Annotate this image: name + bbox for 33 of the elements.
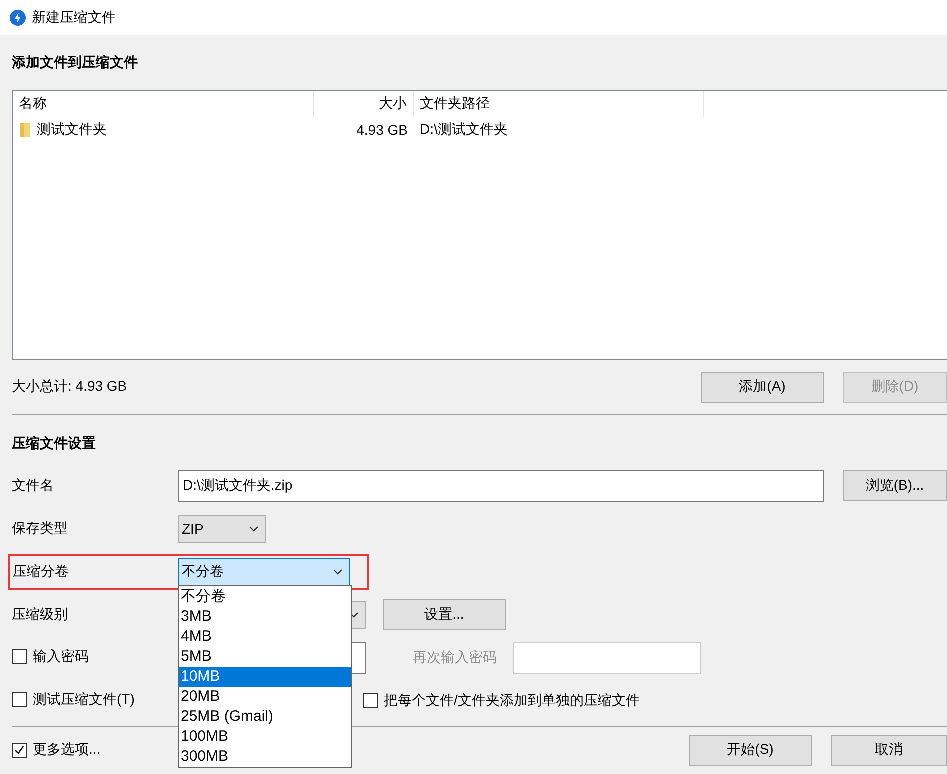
window-title: 新建压缩文件 xyxy=(32,8,116,26)
chevron-down-icon xyxy=(333,568,343,574)
column-header[interactable]: 文件夹路径 xyxy=(414,91,704,117)
type-select[interactable]: ZIP xyxy=(178,514,266,542)
field-label: 保存类型 xyxy=(12,520,69,538)
checkbox[interactable]: 把每个文件/文件夹添加到单独的压缩文件 xyxy=(363,692,640,710)
chevron-down-icon xyxy=(349,612,359,618)
column-header[interactable]: 名称 xyxy=(13,91,314,117)
field-label: 再次输入密码 xyxy=(413,648,497,666)
total-size: 大小总计: 4.93 GB xyxy=(12,378,128,396)
chevron-down-icon xyxy=(249,526,259,532)
field-label: 文件名 xyxy=(12,476,55,494)
repeat-password-field[interactable] xyxy=(513,642,701,674)
checkbox[interactable]: 更多选项... xyxy=(12,741,101,759)
column-header[interactable]: 大小 xyxy=(314,91,414,117)
browse-button[interactable]: 浏览(B)... xyxy=(843,470,947,501)
section-title: 压缩文件设置 xyxy=(12,434,97,453)
file-size: 4.93 GB xyxy=(356,122,408,138)
folder-path: D:\测试文件夹 xyxy=(420,121,508,139)
field-label: 压缩级别 xyxy=(12,606,69,624)
dropdown-option[interactable]: 10MB xyxy=(179,666,351,686)
start-button[interactable]: 开始(S) xyxy=(689,734,812,766)
settings-button[interactable]: 设置... xyxy=(383,599,506,630)
file-name[interactable]: 测试文件夹 xyxy=(37,121,107,139)
cancel-button[interactable]: 取消 xyxy=(831,734,947,766)
add-button[interactable]: 添加(A) xyxy=(701,372,824,402)
checkbox[interactable]: 测试压缩文件(T) xyxy=(12,690,135,709)
field-label: 压缩分卷 xyxy=(13,562,70,580)
folder-icon xyxy=(19,122,31,138)
check-icon xyxy=(14,744,25,756)
filename-field[interactable]: D:\测试文件夹.zip xyxy=(178,470,824,502)
app-icon xyxy=(10,10,26,26)
section-title: 添加文件到压缩文件 xyxy=(12,53,139,72)
